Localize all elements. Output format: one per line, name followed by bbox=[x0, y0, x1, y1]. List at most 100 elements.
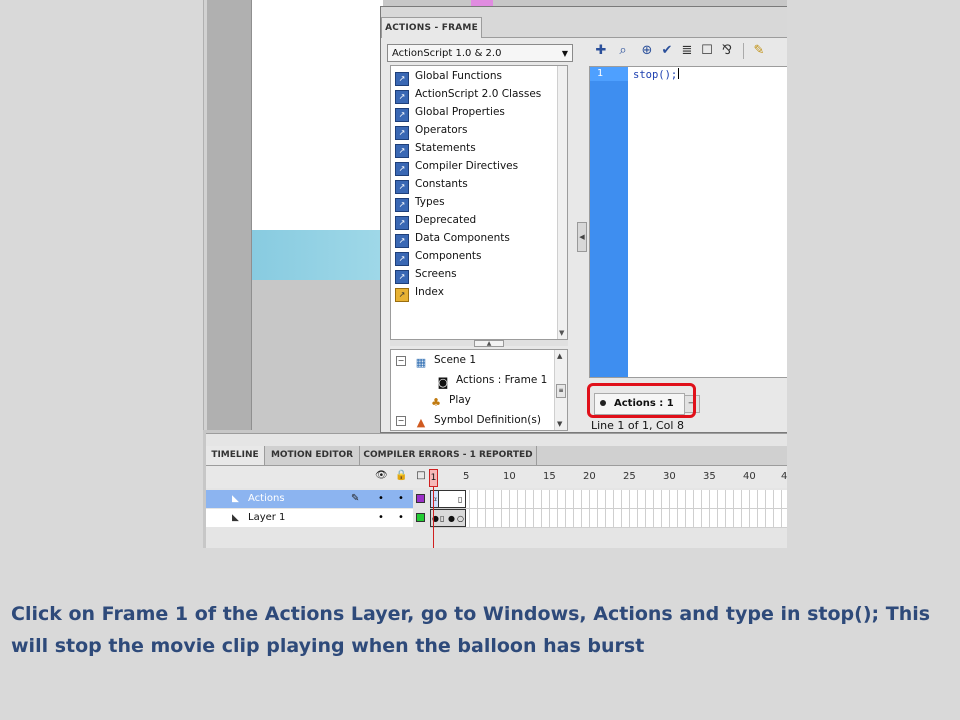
nav-current-frame[interactable]: ◙ Actions : Frame 1 bbox=[436, 371, 548, 389]
toolbox-item-label: Compiler Directives bbox=[415, 160, 519, 172]
layer-icon: ◣ bbox=[232, 513, 239, 523]
line-number-gutter: 1 bbox=[590, 67, 628, 377]
splitter-grip-icon[interactable]: ▲ bbox=[474, 340, 504, 347]
eye-icon[interactable]: 👁 bbox=[375, 470, 388, 482]
scroll-up-icon[interactable]: ▲ bbox=[557, 352, 562, 360]
add-script-icon[interactable]: ✚ bbox=[593, 43, 609, 59]
toolbox-item[interactable]: ↗ Compiler Directives bbox=[395, 157, 558, 176]
lock-dot[interactable]: • bbox=[398, 490, 404, 508]
toolbox-item[interactable]: ↗ ActionScript 2.0 Classes bbox=[395, 85, 558, 104]
visibility-dot[interactable]: • bbox=[378, 509, 384, 527]
tab-motion-editor[interactable]: MOTION EDITOR bbox=[265, 446, 360, 465]
toolbox-item[interactable]: ↗ Types bbox=[395, 193, 558, 212]
book-icon: ↗ bbox=[395, 72, 409, 86]
nav-scene[interactable]: − ▦ Scene 1 bbox=[396, 351, 476, 369]
toolbox-item-label: ActionScript 2.0 Classes bbox=[415, 88, 542, 100]
book-icon: ↗ bbox=[395, 270, 409, 284]
toolbox-item[interactable]: ↗ Statements bbox=[395, 139, 558, 158]
frame-number: 5 bbox=[463, 471, 470, 482]
frame-number: 4 bbox=[781, 471, 787, 482]
debug-options-icon[interactable]: ⅋ bbox=[719, 43, 735, 59]
toolbox-item-label: Types bbox=[415, 196, 445, 208]
scroll-thumb[interactable]: ≡ bbox=[556, 384, 566, 398]
toolbox-item[interactable]: ↗ Constants bbox=[395, 175, 558, 194]
toolbox-item[interactable]: ↗ Screens bbox=[395, 265, 558, 284]
find-icon[interactable]: ⌕ bbox=[615, 43, 631, 59]
toolbox-item[interactable]: ↗ Global Properties bbox=[395, 103, 558, 122]
target-path-icon[interactable]: ⊕ bbox=[639, 43, 655, 59]
toolbox-item[interactable]: ↗ Operators bbox=[395, 121, 558, 140]
instruction-caption: Click on Frame 1 of the Actions Layer, g… bbox=[11, 603, 931, 657]
frame-number: 35 bbox=[703, 471, 716, 482]
nav-symbols[interactable]: − ▲ Symbol Definition(s) bbox=[396, 411, 541, 429]
tab-timeline[interactable]: TIMELINE bbox=[206, 446, 265, 465]
layer-frames[interactable]: ● ▯ ● ○ bbox=[430, 509, 787, 528]
pasteboard bbox=[252, 280, 383, 430]
collapse-icon[interactable]: − bbox=[396, 356, 406, 366]
toolbox-scrollbar[interactable]: ▼ bbox=[557, 66, 567, 339]
toolbox-item[interactable]: ↗ Components bbox=[395, 247, 558, 266]
layer-frames[interactable]: α ▯ bbox=[430, 490, 787, 509]
collapse-icon[interactable]: − bbox=[396, 416, 406, 426]
playhead-line bbox=[433, 487, 434, 548]
book-icon: ↗ bbox=[395, 252, 409, 266]
actions-toolbar: ✚ ⌕ ⊕ ✔ ≣ ☐ ⅋ ✎ bbox=[593, 41, 787, 63]
timeline-tabs: TIMELINE MOTION EDITOR COMPILER ERRORS -… bbox=[206, 446, 787, 466]
auto-format-icon[interactable]: ≣ bbox=[679, 43, 695, 59]
actions-toolbox: ↗ Global Functions ↗ ActionScript 2.0 Clas… bbox=[390, 65, 568, 340]
code-line[interactable]: stop(); bbox=[633, 68, 680, 81]
toolbox-item-label: Global Functions bbox=[415, 70, 502, 82]
keyframe-span[interactable]: ● ▯ ● ○ bbox=[430, 509, 466, 527]
collapse-toolbox-icon[interactable]: ◀ bbox=[577, 222, 587, 252]
book-icon: ↗ bbox=[395, 144, 409, 158]
tutorial-highlight bbox=[587, 383, 696, 418]
timeline-panel: TIMELINE MOTION EDITOR COMPILER ERRORS -… bbox=[206, 433, 787, 548]
timeline-header: 👁 🔒 □ 5 10 15 20 25 30 35 40 4 bbox=[206, 466, 787, 488]
outline-color-swatch[interactable] bbox=[416, 494, 425, 503]
toolbox-item-label: Deprecated bbox=[415, 214, 477, 226]
book-icon: ↗ bbox=[395, 216, 409, 230]
nav-scene-label: Scene 1 bbox=[434, 354, 477, 366]
stage-area[interactable] bbox=[252, 0, 383, 230]
toolbox-item[interactable]: ↗ Deprecated bbox=[395, 211, 558, 230]
toolbox-list: ↗ Global Functions ↗ ActionScript 2.0 Clas… bbox=[391, 66, 558, 306]
frame-number: 10 bbox=[503, 471, 516, 482]
panel-tab-actions-frame[interactable]: ACTIONS - FRAME bbox=[381, 17, 482, 38]
outline-icon[interactable]: □ bbox=[415, 470, 427, 482]
playhead[interactable]: 1 bbox=[429, 469, 438, 487]
actionscript-version-select[interactable]: ActionScript 1.0 & 2.0 ▼ bbox=[387, 44, 573, 62]
empty-frames[interactable]: ▯ bbox=[439, 490, 466, 508]
layer-row-layer1[interactable]: ◣ Layer 1 • • ● ▯ ● ○ bbox=[206, 509, 787, 528]
book-icon: ↗ bbox=[395, 234, 409, 248]
keyframe-dot-icon: ● bbox=[448, 514, 455, 523]
flash-screenshot: ACTIONS - FRAME ActionScript 1.0 & 2.0 ▼… bbox=[203, 0, 787, 548]
toolbox-item-label: Components bbox=[415, 250, 482, 262]
navigator-scrollbar[interactable]: ▲ ≡ ▼ bbox=[554, 350, 567, 430]
layer-row-actions[interactable]: ◣ Actions ✎ • • α ▯ bbox=[206, 490, 787, 509]
scroll-down-icon[interactable]: ▼ bbox=[557, 420, 562, 428]
panel-header: ACTIONS - FRAME bbox=[381, 7, 787, 38]
lock-icon[interactable]: 🔒 bbox=[395, 470, 407, 482]
visibility-dot[interactable]: • bbox=[378, 490, 384, 508]
book-icon: ↗ bbox=[395, 90, 409, 104]
check-syntax-icon[interactable]: ✔ bbox=[659, 43, 675, 59]
nav-play[interactable]: ♣ Play bbox=[429, 391, 471, 409]
scene-icon: ▦ bbox=[415, 356, 427, 369]
tab-compiler-errors[interactable]: COMPILER ERRORS - 1 REPORTED bbox=[360, 446, 537, 465]
toolbox-item[interactable]: ↗ Global Functions bbox=[395, 67, 558, 86]
keyframe-1[interactable]: α bbox=[430, 490, 439, 508]
code-hint-icon[interactable]: ☐ bbox=[699, 43, 715, 59]
frame-icon: ◙ bbox=[437, 376, 449, 389]
nav-play-label: Play bbox=[449, 394, 471, 406]
toolbox-item[interactable]: ↗ Data Components bbox=[395, 229, 558, 248]
book-icon: ↗ bbox=[395, 198, 409, 212]
lock-dot[interactable]: • bbox=[398, 509, 404, 527]
script-editor[interactable]: 1 stop(); bbox=[589, 66, 787, 378]
book-icon: ↗ bbox=[395, 162, 409, 176]
toolbox-splitter[interactable]: ▲ bbox=[390, 340, 568, 347]
scroll-down-icon[interactable]: ▼ bbox=[559, 329, 564, 337]
outline-color-swatch[interactable] bbox=[416, 513, 425, 522]
toolbox-item[interactable]: ↗ Index bbox=[395, 283, 558, 302]
toolbar-separator bbox=[743, 43, 744, 59]
script-assist-icon[interactable]: ✎ bbox=[751, 43, 767, 59]
